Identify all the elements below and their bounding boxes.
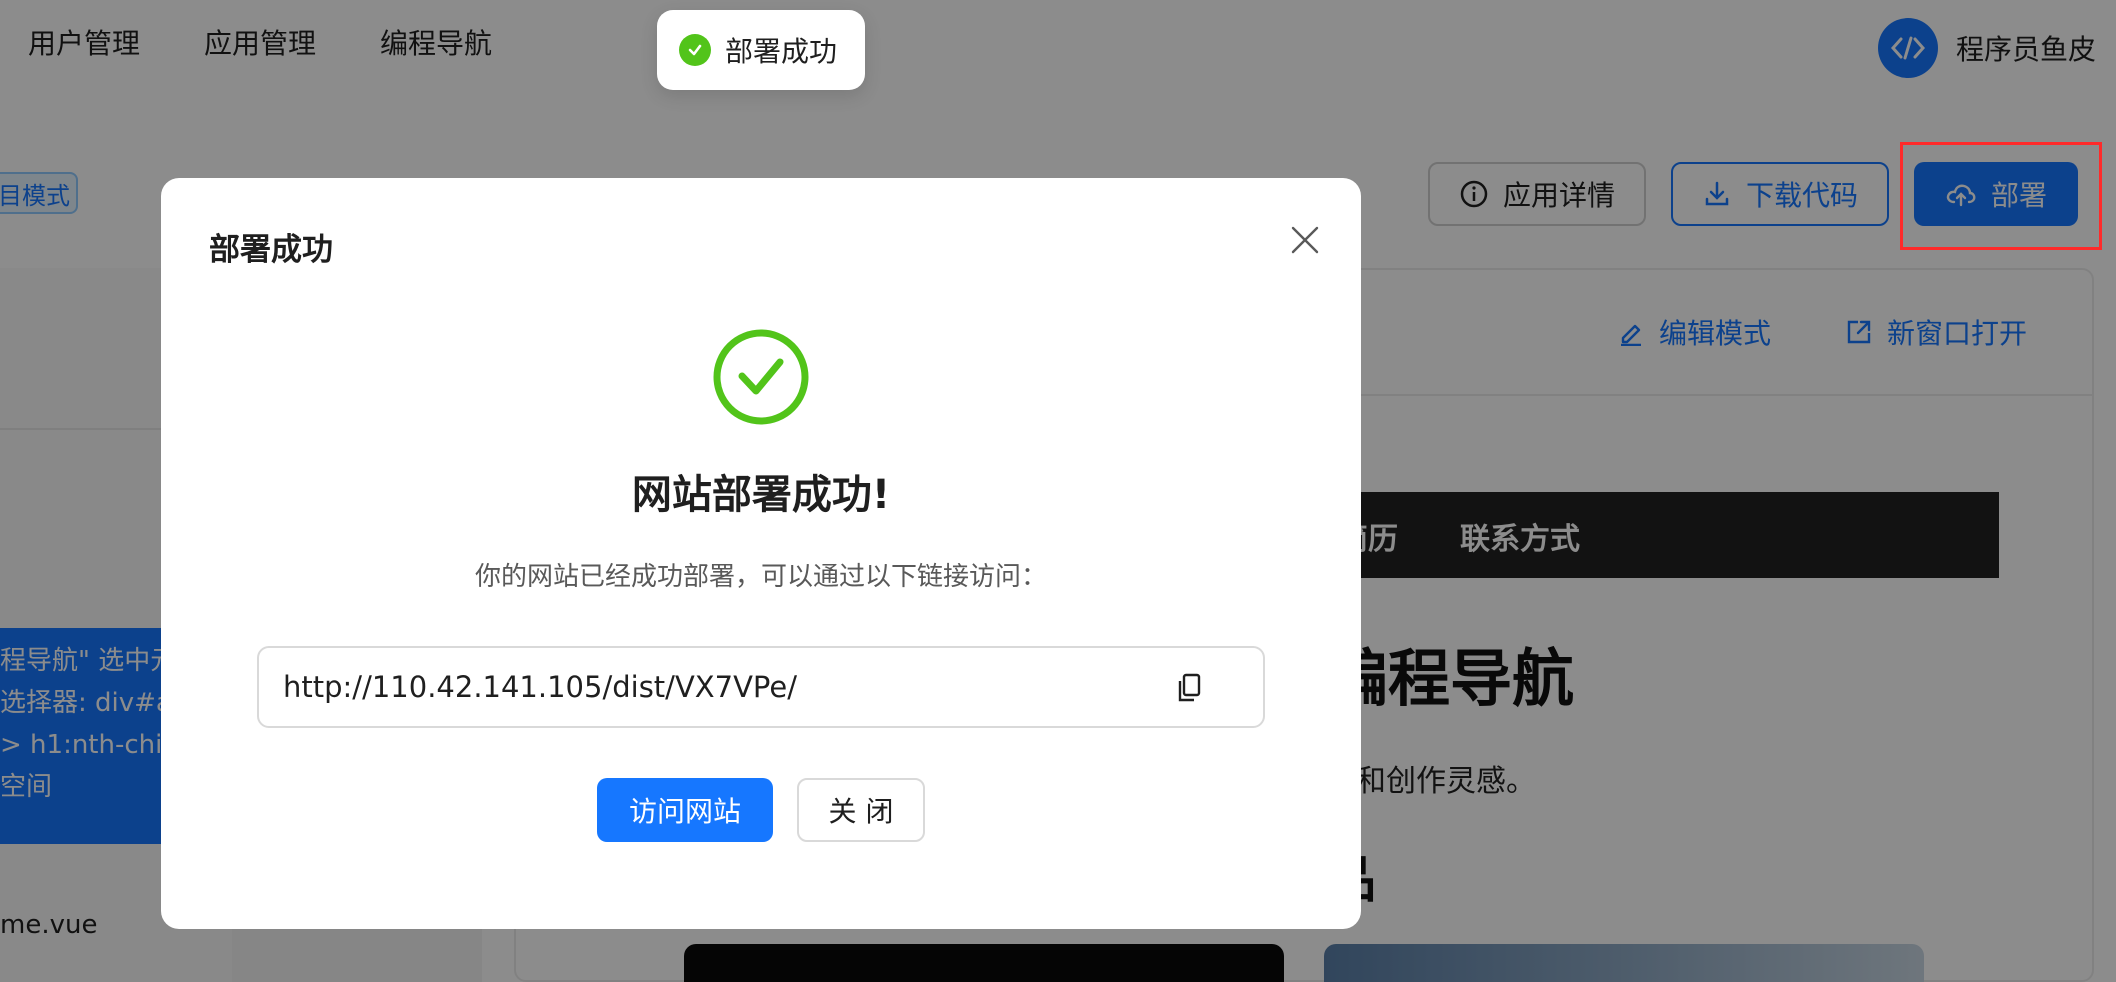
- copy-icon[interactable]: [1169, 668, 1209, 708]
- close-button[interactable]: 关 闭: [797, 778, 925, 842]
- modal-title: 部署成功: [209, 232, 333, 268]
- success-toast: 部署成功: [657, 10, 865, 90]
- result-title: 网站部署成功!: [631, 472, 891, 518]
- visit-site-button[interactable]: 访问网站: [597, 778, 773, 842]
- toast-message: 部署成功: [725, 35, 838, 68]
- success-check-icon: [713, 329, 809, 425]
- check-circle-icon: [679, 34, 711, 66]
- close-icon: [1291, 226, 1319, 254]
- modal-close-button[interactable]: [1283, 218, 1327, 262]
- deploy-url[interactable]: http://110.42.141.105/dist/VX7VPe/: [283, 670, 797, 704]
- deploy-url-field[interactable]: http://110.42.141.105/dist/VX7VPe/: [257, 646, 1265, 728]
- deploy-success-modal: 部署成功 网站部署成功! 你的网站已经成功部署，可以通过以下链接访问： http…: [161, 178, 1361, 929]
- result-subtitle: 你的网站已经成功部署，可以通过以下链接访问：: [474, 562, 1047, 592]
